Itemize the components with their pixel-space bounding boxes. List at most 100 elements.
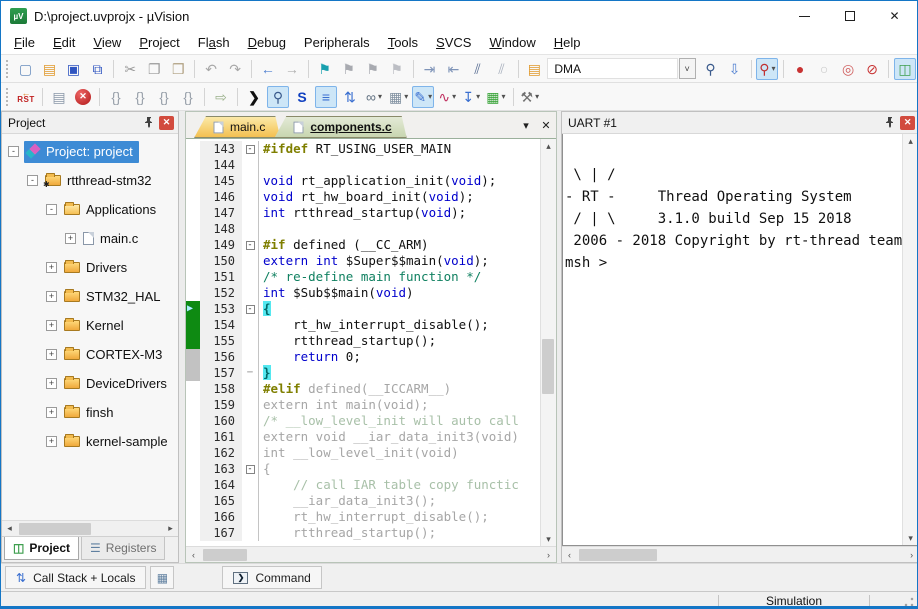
command-tab[interactable]: ❯ Command — [222, 566, 321, 589]
outdent-button[interactable]: ⇤ — [443, 58, 465, 80]
insert-breakpoint-button[interactable]: ● — [789, 58, 811, 80]
tree-item-body[interactable]: Project: project — [24, 141, 139, 163]
uart-vscrollbar[interactable]: ▴ ▾ — [902, 134, 918, 545]
fold-collapse-icon[interactable]: - — [246, 465, 255, 474]
step-over-button[interactable]: {} — [129, 86, 151, 108]
tree-item-body[interactable]: Drivers — [62, 257, 133, 279]
editor-hscrollbar[interactable]: ‹ › — [186, 546, 556, 562]
navigate-forward-button[interactable]: → — [281, 58, 303, 80]
incremental-find-button[interactable]: ⇩ — [724, 58, 746, 80]
watch-window-button[interactable]: ∞▾ — [363, 86, 385, 108]
code-editor[interactable]: 143-#ifdef RT_USING_USER_MAIN144145void … — [186, 139, 540, 546]
dropdown-arrow-icon[interactable]: ▾ — [476, 92, 480, 101]
show-next-statement-button[interactable]: ⇨ — [210, 86, 232, 108]
tree-item-body[interactable]: main.c — [81, 228, 144, 250]
paste-button[interactable]: ❒ — [167, 58, 189, 80]
disassembly-window-button[interactable]: ⚲ — [267, 86, 289, 108]
tree-item-applications[interactable]: -Applications — [2, 195, 178, 224]
menu-debug[interactable]: Debug — [239, 32, 295, 53]
expand-icon[interactable]: + — [46, 436, 57, 447]
uncomment-selection-button[interactable]: ⫽ — [491, 58, 513, 80]
reset-cpu-button[interactable]: ←RST — [15, 86, 37, 108]
dropdown-arrow-icon[interactable]: ▾ — [378, 92, 382, 101]
memory-window-button[interactable]: ▦ — [150, 566, 174, 589]
toolbar-grip[interactable] — [6, 88, 11, 106]
serial-window-button[interactable]: ✎▾ — [412, 86, 434, 108]
tree-item-body[interactable]: DeviceDrivers — [62, 373, 173, 395]
close-tab-button[interactable]: ✕ — [536, 115, 556, 135]
toolbox-button[interactable]: ⚒▾ — [519, 86, 542, 108]
tree-item-body[interactable]: Applications — [62, 199, 162, 221]
expand-icon[interactable]: + — [65, 233, 76, 244]
save-button[interactable]: ▣ — [62, 58, 84, 80]
open-file-button[interactable]: ▤ — [38, 58, 60, 80]
scroll-thumb[interactable] — [579, 549, 657, 561]
step-out-button[interactable]: {} — [153, 86, 175, 108]
scroll-right-icon[interactable]: ▸ — [163, 522, 178, 536]
indent-button[interactable]: ⇥ — [419, 58, 441, 80]
scroll-right-icon[interactable]: › — [541, 548, 556, 562]
call-stack-window-button[interactable]: ⇅ — [339, 86, 361, 108]
editor-tab-main-c[interactable]: main.c — [194, 116, 280, 138]
menu-view[interactable]: View — [84, 32, 130, 53]
scroll-down-icon[interactable]: ▾ — [541, 532, 556, 546]
run-to-main-button[interactable]: ▤ — [48, 86, 70, 108]
redo-button[interactable]: ↷ — [224, 58, 246, 80]
editor-tab-components-c[interactable]: components.c — [274, 116, 406, 138]
uart-hscrollbar[interactable]: ‹ › — [562, 546, 918, 562]
save-all-button[interactable]: ⧉ — [86, 58, 108, 80]
collapse-icon[interactable]: - — [46, 204, 57, 215]
pin-icon[interactable] — [883, 116, 897, 130]
close-panel-button[interactable] — [159, 116, 174, 130]
call-stack-locals-tab[interactable]: ⇅ Call Stack + Locals — [5, 566, 146, 589]
expand-icon[interactable]: + — [46, 349, 57, 360]
toolbar-grip[interactable] — [6, 60, 10, 78]
fold-collapse-icon[interactable]: - — [246, 145, 255, 154]
dropdown-arrow-icon[interactable]: ▾ — [501, 92, 505, 101]
scroll-right-icon[interactable]: › — [904, 548, 918, 562]
scroll-left-icon[interactable]: ‹ — [562, 548, 577, 562]
tree-item-project-project[interactable]: -Project: project — [2, 137, 178, 166]
menu-edit[interactable]: Edit — [44, 32, 84, 53]
copy-button[interactable]: ❐ — [143, 58, 165, 80]
tree-item-body[interactable]: kernel-sample — [62, 431, 174, 453]
minimize-button[interactable] — [782, 1, 827, 31]
system-viewer-window-button[interactable]: ▦▾ — [484, 86, 507, 108]
collapse-icon[interactable]: - — [27, 175, 38, 186]
comment-selection-button[interactable]: ⫽ — [467, 58, 489, 80]
expand-icon[interactable]: + — [46, 291, 57, 302]
memory-window-button[interactable]: ▦▾ — [387, 86, 410, 108]
menu-svcs[interactable]: SVCS — [427, 32, 480, 53]
find-in-files-scope-button[interactable]: ▤ — [523, 58, 545, 80]
tree-item-main-c[interactable]: + main.c — [2, 224, 178, 253]
dropdown-arrow-icon[interactable]: ▾ — [535, 92, 539, 101]
prev-bookmark-button[interactable]: ⚑ — [362, 58, 384, 80]
scroll-left-icon[interactable]: ‹ — [186, 548, 201, 562]
trace-window-button[interactable]: ↧▾ — [460, 86, 482, 108]
menu-help[interactable]: Help — [545, 32, 590, 53]
clear-bookmarks-button[interactable]: ⚑ — [386, 58, 408, 80]
expand-icon[interactable]: + — [46, 262, 57, 273]
tree-item-cortex-m3[interactable]: + CORTEX-M3 — [2, 340, 178, 369]
fold-collapse-icon[interactable]: - — [246, 241, 255, 250]
scroll-up-icon[interactable]: ▴ — [903, 134, 918, 148]
undo-button[interactable]: ↶ — [200, 58, 222, 80]
registers-window-button[interactable]: ≡ — [315, 86, 337, 108]
logic-analyzer-window-button[interactable]: ∿▾ — [436, 86, 458, 108]
menu-project[interactable]: Project — [130, 32, 188, 53]
menu-peripherals[interactable]: Peripherals — [295, 32, 379, 53]
expand-icon[interactable]: + — [46, 378, 57, 389]
enable-disable-breakpoint-button[interactable]: ○ — [813, 58, 835, 80]
toggle-bookmark-button[interactable]: ⚑ — [314, 58, 336, 80]
tree-item-rtthread-stm32[interactable]: -rtthread-stm32 — [2, 166, 178, 195]
scroll-thumb[interactable] — [203, 549, 247, 561]
tree-item-drivers[interactable]: + Drivers — [2, 253, 178, 282]
find-in-files-button[interactable]: ⚲ — [700, 58, 722, 80]
search-combobox[interactable]: DMA — [547, 58, 678, 79]
kill-all-breakpoints-button[interactable]: ⊘ — [861, 58, 883, 80]
tab-list-button[interactable]: ▾ — [516, 115, 536, 135]
dropdown-arrow-icon[interactable]: ▾ — [404, 92, 408, 101]
tree-item-body[interactable]: finsh — [62, 402, 119, 424]
tree-item-body[interactable]: CORTEX-M3 — [62, 344, 168, 366]
project-window-toggle-button[interactable]: ◫ — [894, 58, 916, 80]
